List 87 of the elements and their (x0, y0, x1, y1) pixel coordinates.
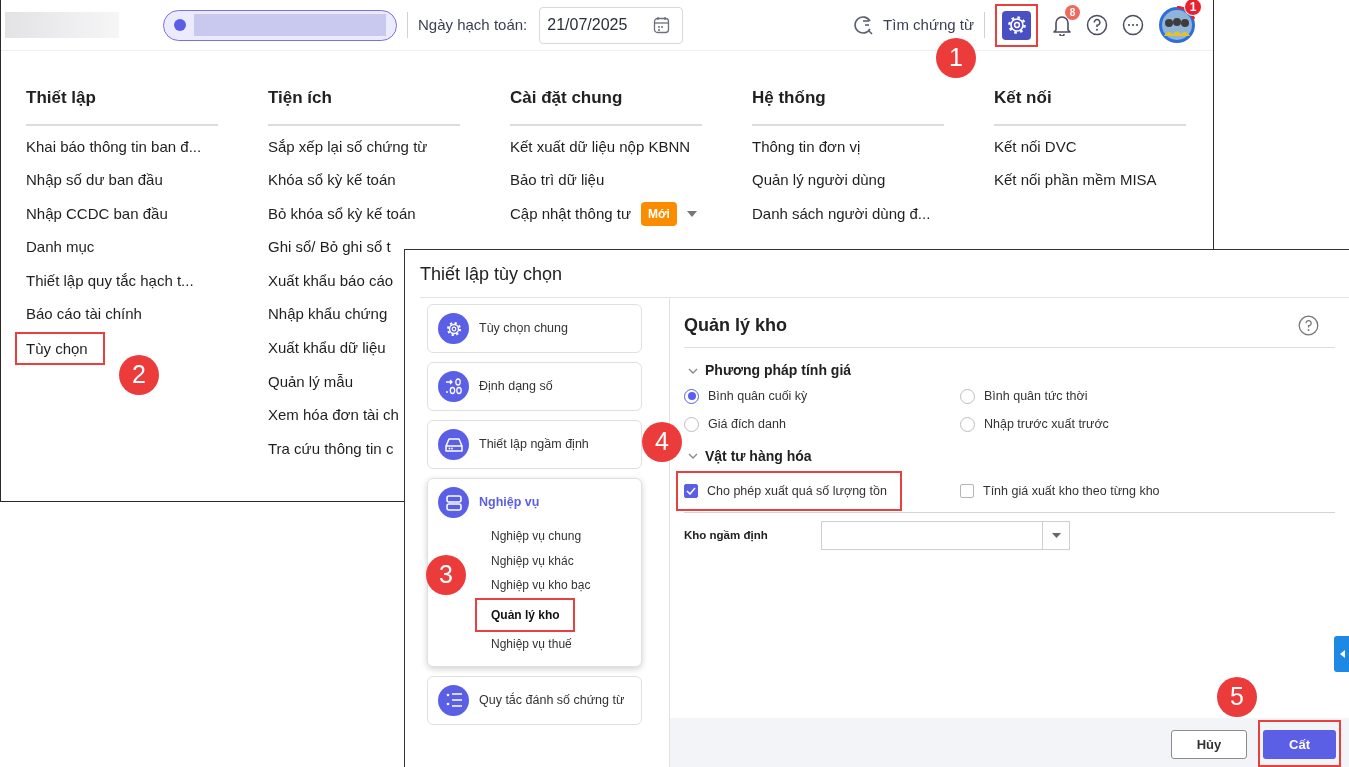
menu-item[interactable]: Thiết lập quy tắc hạch t... (26, 266, 194, 295)
save-button[interactable]: Cất (1263, 730, 1336, 759)
menu-heading: Thiết lập (26, 85, 218, 126)
checkbox-label[interactable]: Cho phép xuất quá số lượng tồn (707, 481, 887, 501)
menu-item[interactable]: Kết nối DVC (994, 132, 1077, 161)
settings-button[interactable] (1002, 10, 1031, 40)
menu-item[interactable]: Tra cứu thông tin c (268, 434, 394, 463)
nav-subitem[interactable]: Nghiệp vụ khác (491, 550, 574, 571)
chevron-icon (688, 451, 698, 461)
menu-item[interactable]: Sắp xếp lại số chứng từ (268, 132, 428, 161)
drive-icon (438, 429, 469, 460)
step-number: 2 (119, 355, 159, 395)
menu-heading: Tiện ích (268, 85, 460, 126)
radio-label[interactable]: Bình quân tức thời (984, 387, 1088, 406)
help-icon[interactable] (1298, 315, 1319, 336)
nav-subitem[interactable]: Nghiệp vụ kho bạc (491, 575, 591, 595)
stack-icon (438, 487, 469, 518)
nav-item[interactable]: Quy tắc đánh số chứng từ (427, 675, 642, 725)
nav-item[interactable]: Nghiệp vụ (428, 479, 641, 522)
menu-item[interactable]: Quản lý mẫu (268, 367, 354, 396)
radio-button[interactable] (684, 416, 699, 432)
numbered-list-icon (438, 684, 469, 716)
calendar-icon (653, 16, 671, 34)
section-header[interactable]: Vật tư hàng hóa (688, 445, 1335, 467)
checkbox-label[interactable]: Tính giá xuất kho theo từng kho (983, 481, 1160, 501)
nav-item[interactable]: Tùy chọn chung (427, 304, 642, 353)
cancel-button[interactable]: Hủy (1171, 730, 1247, 759)
help-icon[interactable] (1086, 14, 1108, 36)
collapse-arrow-icon (1339, 650, 1345, 658)
date-value: 21/07/2025 (547, 15, 628, 35)
menu-item[interactable]: Xuất khẩu báo cáo (268, 266, 394, 295)
checkbox[interactable] (960, 483, 974, 498)
nav-item[interactable]: Định dạng số (427, 362, 642, 411)
gear-icon (438, 313, 469, 344)
menu-heading: Hệ thống (752, 85, 944, 126)
notification-count: 8 (1065, 5, 1080, 20)
menu-item[interactable]: Khóa sổ kỳ kế toán (268, 166, 396, 195)
settings-icon (1006, 15, 1027, 35)
date-field[interactable]: 21/07/2025 (539, 6, 684, 44)
menu-item[interactable]: Thông tin đơn vị (752, 132, 861, 161)
menu-item[interactable]: Nhập CCDC ban đầu (26, 199, 168, 228)
menu-item[interactable]: Nhập khẩu chứng (268, 300, 388, 329)
nav-subitem[interactable]: Nghiệp vụ chung (491, 526, 582, 546)
menu-item[interactable]: Nhập số dư ban đầu (26, 166, 163, 195)
menu-item[interactable]: Bảo trì dữ liệu (510, 166, 605, 195)
menu-item[interactable]: Danh sách người dùng đ... (752, 199, 931, 228)
step-number: 1 (936, 38, 976, 78)
menu-item[interactable]: Khai báo thông tin ban đ... (26, 132, 202, 161)
menu-item[interactable]: Danh mục (26, 233, 95, 262)
radio-button[interactable] (960, 388, 975, 404)
number-format-icon (438, 371, 469, 402)
menu-item[interactable]: Báo cáo tài chính (26, 300, 142, 329)
menu-heading: Kết nối (994, 85, 1186, 126)
menu-item[interactable]: Quản lý người dùng (752, 166, 886, 195)
blurred-unit-selector[interactable] (163, 9, 397, 41)
bell-icon[interactable] (1052, 14, 1072, 36)
menu-item[interactable]: Kết xuất dữ liệu nộp KBNN (510, 132, 691, 161)
dialog-title: Thiết lập tùy chọn (420, 263, 564, 286)
side-panel-toggle[interactable] (1334, 636, 1349, 672)
menu-item[interactable]: Bỏ khóa sổ kỳ kế toán (268, 199, 416, 228)
search-link[interactable]: Tìm chứng từ (883, 13, 974, 37)
checkbox[interactable] (684, 483, 698, 498)
avatar-badge: 1 (1184, 0, 1202, 16)
radio-label[interactable]: Bình quân cuối kỳ (708, 387, 808, 406)
nav-item[interactable]: Thiết lập ngầm định (427, 420, 642, 469)
caret-icon (1051, 533, 1061, 539)
section-header[interactable]: Phương pháp tính giá (688, 360, 1335, 381)
menu-item[interactable]: Cập nhật thông tư (510, 199, 631, 228)
nav-subitem[interactable]: Nghiệp vụ thuế (491, 634, 572, 654)
menu-item[interactable]: Ghi sổ/ Bỏ ghi sổ t (268, 233, 391, 262)
menu-item[interactable]: Xuất khẩu dữ liệu (268, 334, 386, 363)
menu-item[interactable]: Xem hóa đơn tài ch (268, 401, 399, 430)
new-badge: Mới (640, 201, 677, 226)
menu-item[interactable]: Kết nối phần mềm MISA (994, 166, 1157, 195)
radio-button[interactable] (960, 416, 975, 432)
field-label: Kho ngầm định (684, 528, 769, 544)
menu-item[interactable]: Tùy chọn (17, 334, 103, 364)
menu-heading: Cài đặt chung (510, 85, 702, 126)
radio-label[interactable]: Nhập trước xuất trước (984, 414, 1109, 434)
caret-icon[interactable] (686, 210, 697, 217)
more-icon[interactable] (1122, 14, 1144, 36)
check-icon (686, 486, 696, 495)
date-label: Ngày hạch toán: (418, 14, 528, 35)
radio-button[interactable] (684, 388, 699, 404)
panel-title: Quản lý kho (684, 314, 788, 337)
radio-label[interactable]: Giá đích danh (708, 414, 786, 434)
nav-subitem[interactable]: Quản lý kho (477, 599, 573, 630)
